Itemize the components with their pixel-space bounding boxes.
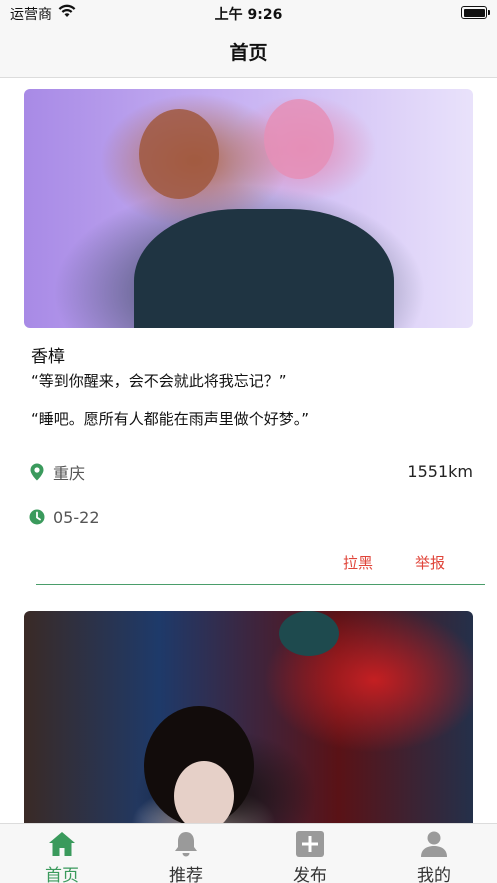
navigation-bar: 首页 — [0, 26, 497, 78]
photo-figure-top — [279, 611, 339, 656]
post-photo[interactable] — [24, 611, 473, 823]
tab-home[interactable]: 首页 — [0, 824, 124, 883]
post-card[interactable]: 香樟 “等到你醒来，会不会就此将我忘记？” “睡吧。愿所有人都能在雨声里做个好梦… — [0, 89, 497, 597]
location-pin-icon — [30, 463, 44, 481]
post-divider — [36, 584, 485, 585]
distance-text: 1551km — [407, 462, 473, 481]
clock-icon — [29, 509, 45, 525]
tab-publish[interactable]: 发布 — [248, 824, 372, 883]
block-button[interactable]: 拉黑 — [343, 552, 373, 573]
status-bar: 运营商 上午 9:26 — [0, 0, 497, 26]
post-quote-2: “睡吧。愿所有人都能在雨声里做个好梦。” — [31, 410, 310, 428]
photo-figure-face — [174, 761, 234, 823]
home-icon — [49, 832, 75, 856]
bell-icon — [175, 832, 197, 857]
tab-recommend[interactable]: 推荐 — [124, 824, 248, 883]
post-author-name: 香樟 — [31, 347, 65, 367]
post-feed[interactable]: 香樟 “等到你醒来，会不会就此将我忘记？” “睡吧。愿所有人都能在雨声里做个好梦… — [0, 78, 497, 823]
tab-home-label: 首页 — [45, 866, 79, 883]
date-row: 05-22 — [29, 506, 100, 528]
tab-publish-label: 发布 — [293, 866, 327, 883]
location-row: 重庆 — [29, 461, 85, 483]
battery-icon — [461, 6, 490, 19]
page-title: 首页 — [229, 42, 268, 64]
status-time: 上午 9:26 — [214, 7, 283, 23]
tab-profile[interactable]: 我的 — [372, 824, 496, 883]
location-text: 重庆 — [53, 464, 86, 483]
photo-figure-left — [139, 109, 219, 199]
report-button[interactable]: 举报 — [415, 552, 445, 573]
post-card[interactable] — [0, 611, 497, 823]
tab-recommend-label: 推荐 — [169, 866, 203, 883]
tab-profile-label: 我的 — [417, 866, 451, 883]
date-text: 05-22 — [53, 507, 100, 527]
photo-costume — [134, 209, 394, 328]
person-icon — [421, 831, 447, 857]
post-quote-1: “等到你醒来，会不会就此将我忘记？” — [31, 372, 287, 390]
post-photo[interactable] — [24, 89, 473, 328]
tab-bar: 首页 推荐 发布 我的 — [0, 823, 497, 883]
photo-figure-right — [264, 99, 334, 179]
plus-square-icon — [296, 831, 324, 857]
